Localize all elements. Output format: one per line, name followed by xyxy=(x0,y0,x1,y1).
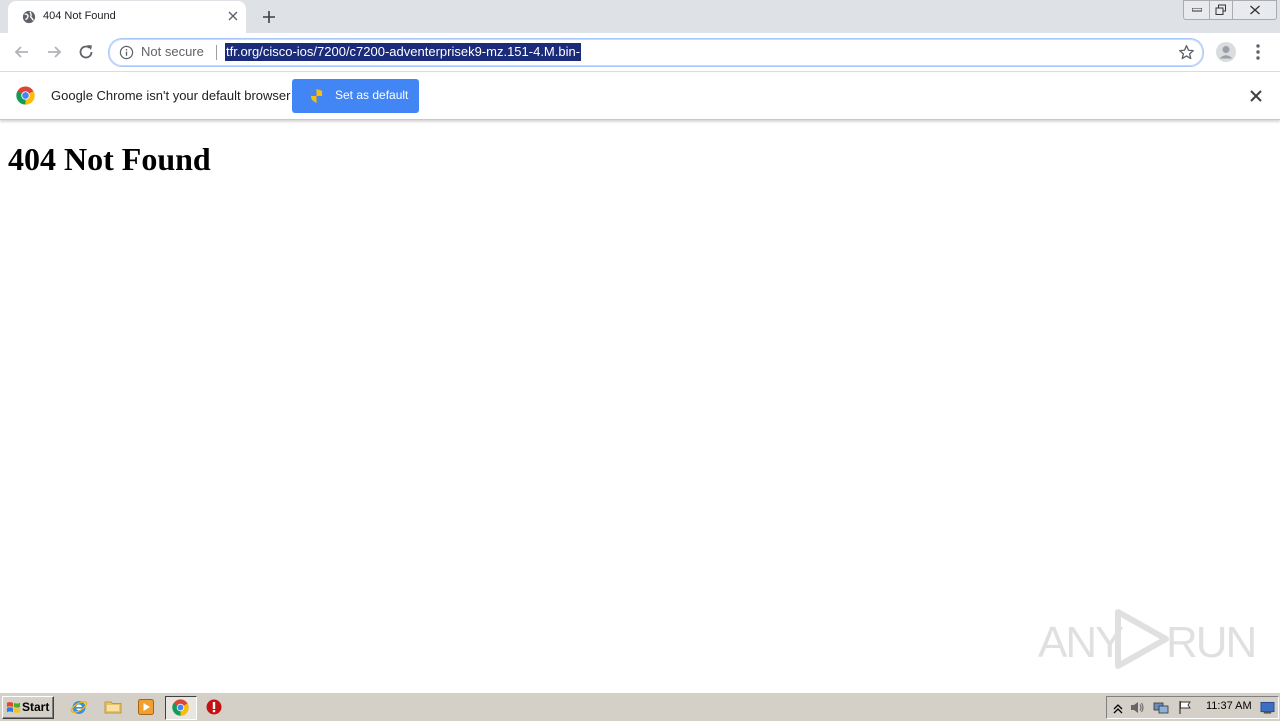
chrome-logo-icon xyxy=(16,86,35,105)
set-as-default-label: Set as default xyxy=(335,88,409,102)
default-browser-infobar: Google Chrome isn't your default browser… xyxy=(0,72,1280,120)
page-heading: 404 Not Found xyxy=(8,141,211,177)
security-indicator[interactable]: Not secure xyxy=(141,44,204,59)
tab-strip: 404 Not Found xyxy=(0,0,1280,33)
watermark-right-text: RUN xyxy=(1166,618,1257,667)
browser-toolbar: Not secure tfr.org/cisco-ios/7200/c7200-… xyxy=(0,33,1280,72)
show-desktop-icon[interactable] xyxy=(1260,700,1275,715)
network-icon[interactable] xyxy=(1153,700,1169,715)
infobar-close-icon[interactable] xyxy=(1248,88,1264,104)
tab-close-icon[interactable] xyxy=(226,9,240,23)
chrome-taskbar-button[interactable] xyxy=(165,696,197,720)
windows-taskbar: Start 11:37 AM xyxy=(0,692,1280,721)
anyrun-watermark: ANY RUN xyxy=(1038,608,1257,670)
window-close-button[interactable] xyxy=(1232,0,1277,20)
set-as-default-button[interactable]: Set as default xyxy=(292,79,419,113)
folder-icon[interactable] xyxy=(104,698,122,716)
chrome-icon xyxy=(172,699,189,716)
url-text-selected[interactable]: tfr.org/cisco-ios/7200/c7200-adventerpri… xyxy=(225,43,582,61)
bookmark-star-icon[interactable] xyxy=(1178,44,1195,61)
new-tab-icon[interactable] xyxy=(258,6,280,28)
windows-logo-icon xyxy=(6,702,21,713)
taskbar-clock[interactable]: 11:37 AM xyxy=(1206,700,1252,712)
media-player-icon[interactable] xyxy=(137,698,155,716)
start-button[interactable]: Start xyxy=(2,696,54,719)
tab-title: 404 Not Found xyxy=(43,10,116,22)
tab-404[interactable]: 404 Not Found xyxy=(8,1,246,33)
forward-arrow-icon[interactable] xyxy=(44,42,64,62)
reload-icon[interactable] xyxy=(76,42,96,62)
globe-icon xyxy=(22,10,36,24)
infobar-message: Google Chrome isn't your default browser xyxy=(51,88,291,103)
stop-icon[interactable] xyxy=(205,698,223,716)
info-icon[interactable] xyxy=(119,45,134,60)
uac-shield-icon xyxy=(310,88,323,104)
play-logo-icon xyxy=(1115,609,1169,669)
volume-icon[interactable] xyxy=(1129,700,1145,715)
start-label: Start xyxy=(22,700,50,714)
system-tray: 11:37 AM xyxy=(1106,696,1279,719)
omnibox-separator xyxy=(216,45,217,60)
window-restore-button[interactable] xyxy=(1209,0,1233,20)
window-minimize-button[interactable] xyxy=(1183,0,1210,20)
internet-explorer-icon[interactable] xyxy=(70,698,88,716)
profile-avatar-icon[interactable] xyxy=(1215,41,1237,63)
tray-expand-icon[interactable] xyxy=(1110,700,1126,715)
address-bar[interactable]: Not secure tfr.org/cisco-ios/7200/c7200-… xyxy=(108,38,1204,67)
back-arrow-icon[interactable] xyxy=(12,42,32,62)
action-center-flag-icon[interactable] xyxy=(1177,700,1193,715)
menu-kebab-icon[interactable] xyxy=(1251,43,1265,61)
